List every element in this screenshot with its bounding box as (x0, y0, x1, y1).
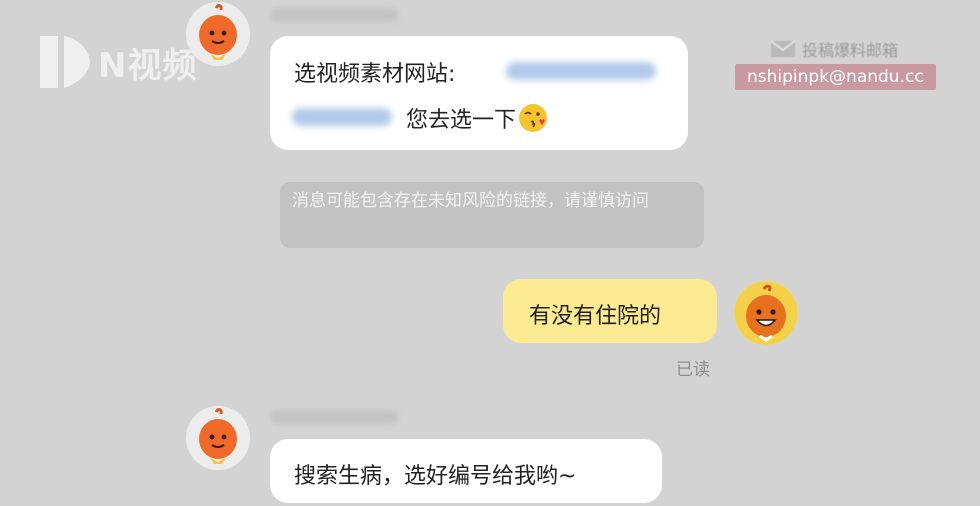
envelope-icon (770, 40, 796, 57)
kissing-wink-emoji-icon (519, 104, 548, 132)
orange-mascot-smiling-icon (734, 281, 798, 345)
mailbox-label-text: 投稿爆料邮箱 (802, 41, 899, 60)
n-video-watermark: N视频 (36, 30, 197, 94)
read-status: 已读 (676, 360, 710, 380)
chat-screen: N视频 投稿爆料邮箱 nshipinpk@nandu.cc 选视频素材网站: 您… (0, 0, 980, 506)
sender-name-blurred (270, 8, 398, 22)
link-risk-notice: 消息可能包含存在未知风险的链接，请谨慎访问 (280, 182, 704, 248)
mailbox-label: 投稿爆料邮箱 (770, 37, 898, 61)
sender-name-blurred (270, 410, 398, 424)
blurred-link[interactable] (292, 108, 392, 126)
email-tag: nshipinpk@nandu.cc (735, 64, 936, 90)
message-text: 有没有住院的 (529, 304, 662, 329)
blurred-link[interactable] (506, 62, 656, 80)
message-text-line2: 您去选一下 (406, 102, 548, 134)
sender-avatar[interactable] (186, 406, 250, 470)
watermark-text: N视频 (98, 45, 198, 86)
orange-mascot-icon (186, 406, 250, 470)
my-avatar[interactable] (734, 281, 798, 345)
outgoing-message-bubble[interactable]: 有没有住院的 (503, 279, 717, 343)
message-text: 搜索生病，选好编号给我哟~ (294, 464, 577, 489)
orange-mascot-icon (186, 2, 250, 66)
incoming-message-bubble[interactable]: 搜索生病，选好编号给我哟~ (270, 439, 662, 503)
sender-avatar[interactable] (186, 2, 250, 66)
n-video-logo-icon (40, 36, 90, 88)
incoming-message-bubble[interactable]: 选视频素材网站: 您去选一下 (270, 36, 688, 150)
message-text-line1: 选视频素材网站: (294, 62, 456, 87)
message-text: 您去选一下 (406, 108, 517, 133)
